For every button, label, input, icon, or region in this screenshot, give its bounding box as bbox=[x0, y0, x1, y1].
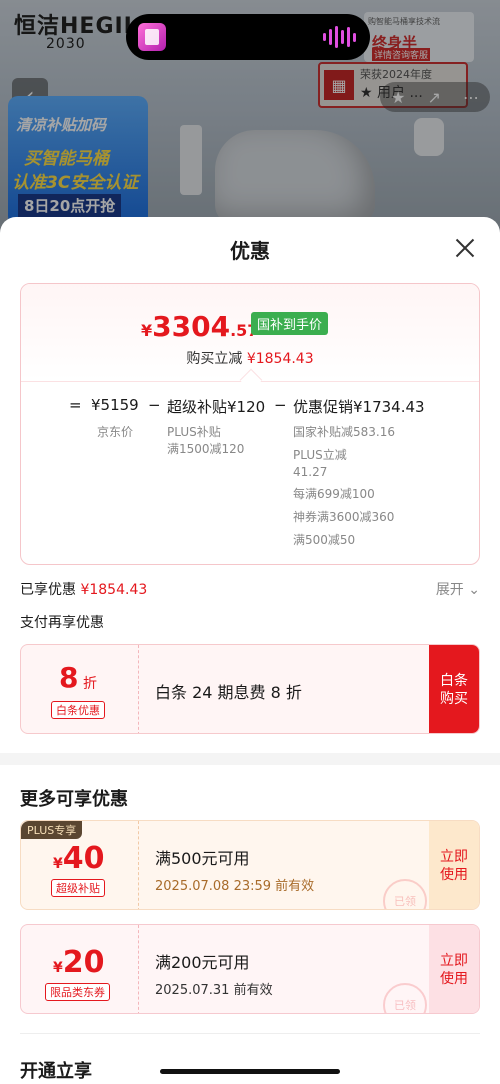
promo-detail: 国家补贴减583.16 bbox=[293, 425, 395, 439]
sheet-header: 优惠 bbox=[0, 217, 500, 281]
coupon-amount: ¥ 20 bbox=[53, 945, 105, 980]
sheet-title: 优惠 bbox=[230, 239, 270, 263]
expand-button[interactable]: 展开 ⌄ bbox=[436, 579, 480, 599]
baitiao-btn-line2: 购买 bbox=[440, 691, 468, 707]
claimed-stamp: 已领 bbox=[383, 983, 427, 1013]
use-btn-line1: 立即 bbox=[440, 849, 468, 865]
discount-rate: 8 bbox=[59, 661, 79, 694]
instant-discount-amount: ¥1854.43 bbox=[246, 351, 314, 367]
coupon-left: PLUS专享 ¥ 40 超级补贴 bbox=[21, 821, 139, 909]
instant-discount-label: 购买立减 bbox=[186, 351, 243, 367]
base-price-label: 京东价 bbox=[97, 425, 134, 439]
baitiao-offer-left: 8 折 白条优惠 bbox=[21, 645, 139, 733]
final-price: ¥ 3304 .57 bbox=[141, 310, 258, 343]
home-indicator[interactable] bbox=[160, 1069, 340, 1074]
plus-exclusive-tag: PLUS专享 bbox=[21, 821, 83, 839]
enjoyed-label: 已享优惠 bbox=[20, 582, 76, 598]
baitiao-btn-line1: 白条 bbox=[440, 673, 468, 689]
coupon-amount: ¥ 40 bbox=[53, 841, 105, 876]
coupon-currency: ¥ bbox=[53, 856, 63, 872]
equals-sign: = bbox=[69, 396, 82, 414]
enjoyed-discount: 已享优惠 ¥1854.43 bbox=[20, 579, 147, 599]
pay-section-title: 支付再享优惠 bbox=[20, 615, 104, 631]
discount-sheet: 优惠 ¥ 3304 .57 国补到手价 购买立减 ¥1854.43 = ¥515… bbox=[0, 217, 500, 1084]
app-icon bbox=[138, 23, 166, 51]
coupon-condition: 满500元可用 bbox=[155, 849, 250, 868]
price-currency: ¥ bbox=[141, 321, 153, 340]
promotion-total: 优惠促销¥1734.43 bbox=[293, 398, 425, 416]
price-summary: ¥ 3304 .57 国补到手价 购买立减 ¥1854.43 bbox=[21, 284, 479, 392]
promo-detail: 神券满3600减360 bbox=[293, 510, 395, 524]
baitiao-desc: 白条 24 期息费 8 折 bbox=[155, 683, 302, 702]
chevron-down-icon: ⌄ bbox=[468, 582, 480, 598]
coupon-currency: ¥ bbox=[53, 960, 63, 976]
discount-unit: 折 bbox=[83, 676, 97, 692]
section-separator bbox=[20, 1033, 480, 1034]
subsidy-price-tag: 国补到手价 bbox=[251, 312, 329, 335]
coupon-expiry: 2025.07.08 23:59 前有效 bbox=[155, 879, 315, 894]
dynamic-island bbox=[126, 14, 370, 60]
enjoyed-amount: ¥1854.43 bbox=[80, 582, 148, 598]
audio-wave-icon bbox=[323, 26, 356, 48]
coupon-left: ¥ 20 限品类东券 bbox=[21, 925, 139, 1013]
minus-sign-2: − bbox=[274, 396, 287, 414]
super-subsidy-sub1: PLUS补贴 bbox=[167, 425, 221, 439]
super-subsidy: 超级补贴¥120 bbox=[167, 398, 266, 416]
more-offers-title: 更多可享优惠 bbox=[20, 789, 128, 810]
use-btn-line1: 立即 bbox=[440, 953, 468, 969]
promo-detail: 满500减50 bbox=[293, 533, 356, 547]
claimed-stamp: 已领 bbox=[383, 879, 427, 909]
coupon-condition: 满200元可用 bbox=[155, 953, 250, 972]
baitiao-buy-button[interactable]: 白条 购买 bbox=[429, 645, 479, 733]
price-breakdown-card: ¥ 3304 .57 国补到手价 购买立减 ¥1854.43 = ¥5159 京… bbox=[20, 283, 480, 565]
base-price: ¥5159 bbox=[91, 396, 139, 414]
minus-sign-1: − bbox=[148, 396, 161, 414]
expand-label: 展开 bbox=[435, 582, 464, 598]
coupon-card-category[interactable]: ¥ 20 限品类东券 满200元可用 2025.07.31 前有效 已领 立即 … bbox=[20, 924, 480, 1014]
coupon-value: 20 bbox=[62, 945, 105, 980]
instant-discount: 购买立减 ¥1854.43 bbox=[21, 348, 479, 368]
coupon-card-plus[interactable]: PLUS专享 ¥ 40 超级补贴 满500元可用 2025.07.08 23:5… bbox=[20, 820, 480, 910]
use-coupon-button[interactable]: 立即 使用 bbox=[429, 925, 479, 1013]
coupon-value: 40 bbox=[62, 841, 105, 876]
coupon-type-pill: 超级补贴 bbox=[51, 879, 105, 897]
section-divider bbox=[0, 753, 500, 765]
coupon-expiry: 2025.07.31 前有效 bbox=[155, 983, 273, 998]
super-subsidy-sub2: 满1500减120 bbox=[167, 442, 245, 456]
baitiao-pill: 白条优惠 bbox=[51, 701, 105, 719]
promo-detail: 41.27 bbox=[293, 465, 328, 479]
card-notch bbox=[239, 368, 263, 392]
baitiao-offer-card[interactable]: 8 折 白条优惠 白条 24 期息费 8 折 白条 购买 bbox=[20, 644, 480, 734]
close-icon[interactable] bbox=[454, 237, 476, 259]
price-integer: 3304 bbox=[152, 310, 231, 343]
use-btn-line2: 使用 bbox=[440, 867, 468, 883]
coupon-type-pill: 限品类东券 bbox=[45, 983, 110, 1001]
promo-detail: PLUS立减 bbox=[293, 448, 347, 462]
open-membership-title: 开通立享 bbox=[20, 1061, 92, 1082]
promo-detail: 每满699减100 bbox=[293, 487, 375, 501]
use-btn-line2: 使用 bbox=[440, 971, 468, 987]
use-coupon-button[interactable]: 立即 使用 bbox=[429, 821, 479, 909]
